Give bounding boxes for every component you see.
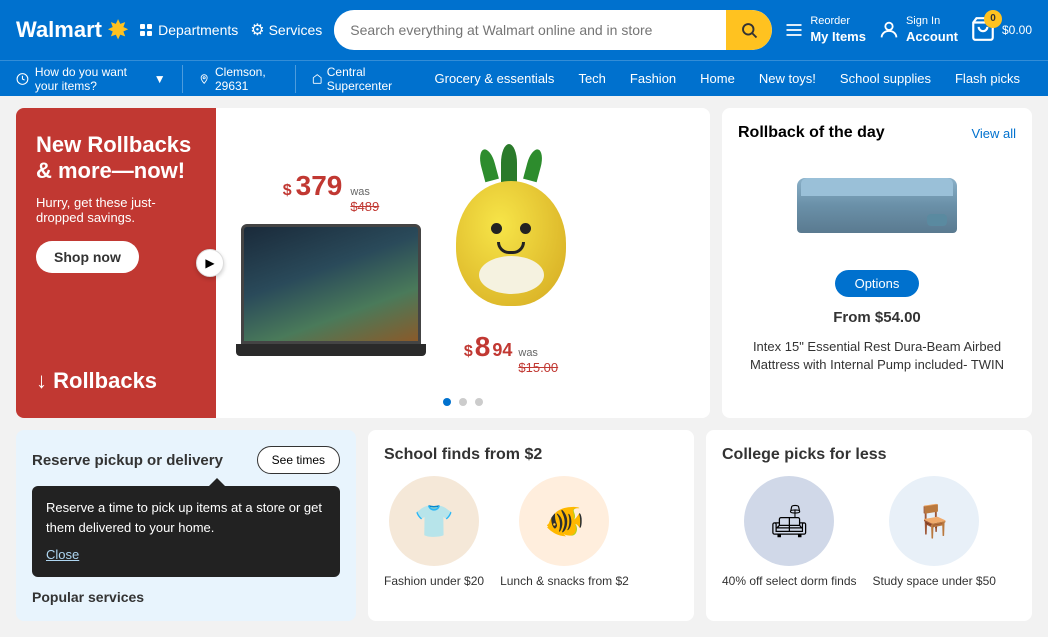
store-label: Central Supercenter: [327, 65, 407, 93]
snacks-label: Lunch & snacks from $2: [500, 574, 629, 588]
study-label: Study space under $50: [873, 574, 996, 588]
college-items: 🛋 40% off select dorm finds 🪑 Study spac…: [722, 476, 1016, 588]
pickup-header: Reserve pickup or delivery See times: [32, 446, 340, 474]
cart-badge: 0: [984, 10, 1002, 28]
laptop-image: [241, 224, 421, 344]
location-info[interactable]: Clemson, 29631: [182, 65, 296, 93]
squishmallow-product: $ 8 94 was $15.00: [446, 149, 576, 377]
services-menu[interactable]: ⚙ Services: [250, 20, 322, 40]
college-item-study[interactable]: 🪑 Study space under $50: [873, 476, 996, 588]
spark-icon: ✸: [108, 16, 128, 45]
view-all-link[interactable]: View all: [971, 126, 1016, 141]
hero-banner: New Rollbacks & more—now! Hurry, get the…: [16, 108, 216, 418]
departments-label: Departments: [158, 22, 238, 38]
hero-heading: New Rollbacks & more—now!: [36, 132, 196, 185]
services-label: Services: [269, 22, 323, 38]
nav-grocery[interactable]: Grocery & essentials: [423, 71, 567, 86]
study-image: 🪑: [889, 476, 979, 566]
nav-links: Grocery & essentials Tech Fashion Home N…: [423, 71, 1033, 86]
from-price: From $54.00: [833, 309, 921, 326]
squish-price-dollar: $: [464, 343, 473, 361]
laptop-was-label: was: [350, 185, 379, 199]
snacks-image: 🐠: [519, 476, 609, 566]
walmart-logo[interactable]: Walmart ✸: [16, 16, 128, 45]
hero-section: New Rollbacks & more—now! Hurry, get the…: [16, 108, 710, 418]
dorm-image: 🛋: [744, 476, 834, 566]
squish-price-cents: 94: [492, 340, 512, 361]
school-item-fashion[interactable]: 👕 Fashion under $20: [384, 476, 484, 588]
carousel-dot-1[interactable]: [443, 398, 451, 406]
carousel-dot-2[interactable]: [459, 398, 467, 406]
nav-fashion[interactable]: Fashion: [618, 71, 688, 86]
my-items-label: My Items: [810, 29, 866, 46]
nav-toys[interactable]: New toys!: [747, 71, 828, 86]
nav-school[interactable]: School supplies: [828, 71, 943, 86]
bottom-section: Reserve pickup or delivery See times Res…: [0, 430, 1048, 637]
laptop-price-main: 379: [296, 170, 343, 202]
tooltip-close[interactable]: Close: [46, 545, 326, 565]
cart-section[interactable]: 0 $0.00: [970, 16, 1032, 45]
school-finds-card: School finds from $2 👕 Fashion under $20…: [368, 430, 694, 621]
rollback-section: Rollback of the day View all Options Fro…: [722, 108, 1032, 418]
laptop-product: $ 379 was $489: [236, 170, 426, 356]
account-section[interactable]: Sign In Account: [878, 14, 958, 45]
product-name: Intex 15" Essential Rest Dura-Beam Airbe…: [738, 338, 1016, 374]
fashion-label: Fashion under $20: [384, 574, 484, 588]
signin-label: Sign In: [906, 14, 958, 28]
rollback-header: Rollback of the day View all: [738, 124, 1016, 142]
hero-products: ▶ $ 379 was $489: [216, 108, 710, 418]
reorder-label: Reorder: [810, 14, 866, 28]
school-finds-title: School finds from $2: [384, 446, 678, 464]
popular-services-label: Popular services: [32, 589, 340, 605]
laptop-was-price: $489: [350, 199, 379, 216]
airbed-image: [797, 158, 957, 258]
carousel-controls: [443, 398, 483, 406]
see-times-button[interactable]: See times: [257, 446, 340, 474]
subheader: How do you want your items? ▼ Clemson, 2…: [0, 60, 1048, 96]
college-item-dorm[interactable]: 🛋 40% off select dorm finds: [722, 476, 857, 588]
search-button[interactable]: [726, 10, 772, 50]
delivery-label: How do you want your items?: [35, 65, 148, 93]
carousel-next-button[interactable]: ▶: [196, 249, 224, 277]
hero-subtext: Hurry, get these just-dropped savings.: [36, 195, 196, 225]
squishmallow-image: [446, 149, 576, 319]
school-item-snacks[interactable]: 🐠 Lunch & snacks from $2: [500, 476, 629, 588]
account-label: Account: [906, 29, 958, 46]
header: Walmart ✸ Departments ⚙ Services Reorder: [0, 0, 1048, 60]
college-picks-card: College picks for less 🛋 40% off select …: [706, 430, 1032, 621]
squish-was-label: was: [518, 346, 558, 360]
squish-was-price: $15.00: [518, 360, 558, 377]
carousel-dot-3[interactable]: [475, 398, 483, 406]
search-bar: [334, 10, 772, 50]
college-picks-title: College picks for less: [722, 446, 1016, 464]
shop-now-button[interactable]: Shop now: [36, 241, 139, 273]
laptop-keyboard: [236, 344, 426, 356]
pickup-title: Reserve pickup or delivery: [32, 452, 223, 469]
nav-flash[interactable]: Flash picks: [943, 71, 1032, 86]
pickup-card: Reserve pickup or delivery See times Res…: [16, 430, 356, 621]
reorder-section[interactable]: Reorder My Items: [784, 14, 866, 45]
logo-text: Walmart: [16, 17, 102, 43]
dorm-label: 40% off select dorm finds: [722, 574, 857, 588]
nav-tech[interactable]: Tech: [566, 71, 617, 86]
nav-home[interactable]: Home: [688, 71, 747, 86]
chevron-down-icon: ▼: [154, 72, 166, 86]
departments-menu[interactable]: Departments: [140, 22, 238, 38]
cart-price: $0.00: [1002, 23, 1032, 37]
location-label: Clemson, 29631: [215, 65, 279, 93]
main-content: New Rollbacks & more—now! Hurry, get the…: [0, 96, 1048, 430]
school-items: 👕 Fashion under $20 🐠 Lunch & snacks fro…: [384, 476, 678, 588]
search-input[interactable]: [334, 22, 726, 38]
fashion-image: 👕: [389, 476, 479, 566]
store-name[interactable]: Central Supercenter: [295, 65, 422, 93]
delivery-pickup[interactable]: How do you want your items? ▼: [16, 65, 182, 93]
squish-price-main: 8: [475, 331, 491, 363]
rollback-product: Options From $54.00 Intex 15" Essential …: [738, 158, 1016, 374]
laptop-price-dollar: $: [283, 182, 292, 200]
tooltip-text: Reserve a time to pick up items at a sto…: [46, 500, 322, 535]
options-button[interactable]: Options: [835, 270, 920, 297]
tooltip-box: Reserve a time to pick up items at a sto…: [32, 486, 340, 577]
rollback-title: Rollback of the day: [738, 124, 885, 142]
rollbacks-label: ↓ Rollbacks: [36, 368, 196, 394]
